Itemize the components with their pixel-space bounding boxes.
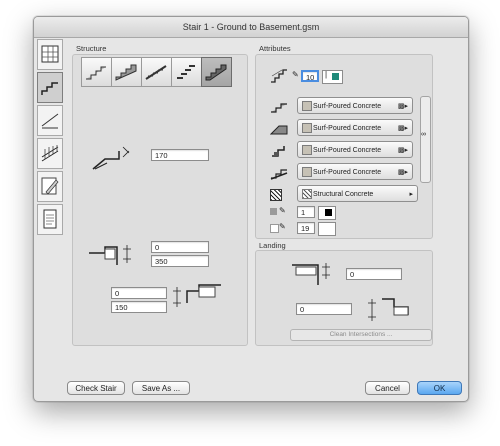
fill-swatch — [302, 189, 312, 199]
material-label-4: Surf-Poured Concrete — [313, 169, 382, 176]
slab-stair-icon — [205, 64, 227, 81]
material-link-bracket[interactable]: ∞ — [420, 96, 431, 183]
stair-type-1-button[interactable] — [81, 57, 112, 87]
stair-pen-icon — [271, 69, 287, 83]
riser-height-field[interactable]: 170 — [151, 149, 209, 161]
material-button-1[interactable]: Surf-Poured Concrete ▩▸ — [297, 97, 413, 114]
attributes-panel: ✎ 10 | Surf-Poured Concrete ▩▸ Surf-Pour… — [255, 54, 433, 239]
pencil-grid-icon — [41, 177, 59, 195]
material-swatch — [302, 101, 312, 111]
structure-panel: 170 0 350 0 150 — [72, 54, 248, 346]
attributes-title: Attributes — [259, 44, 291, 53]
material-label-2: Surf-Poured Concrete — [313, 125, 382, 132]
base-section-icon — [173, 284, 221, 307]
pen-color-swatch — [332, 73, 339, 80]
open-stair-icon — [177, 65, 195, 79]
cancel-button[interactable]: Cancel — [365, 381, 410, 395]
tab-document[interactable] — [37, 204, 63, 235]
landing-top-field[interactable]: 0 — [151, 241, 209, 253]
cut-fill-pen-icon — [270, 208, 277, 215]
landing-depth-field[interactable]: 350 — [151, 255, 209, 267]
landing-panel: 0 0 Clean Intersections ... — [255, 250, 433, 346]
background-pen-icon — [270, 224, 279, 233]
document-icon — [43, 209, 57, 229]
cut-pen-color-picker[interactable] — [318, 206, 336, 220]
landing-base-icon — [368, 298, 409, 321]
tread-surface-icon — [271, 103, 287, 113]
material-picker-icon: ▩▸ — [397, 147, 408, 154]
structure-title: Structure — [76, 44, 107, 53]
fill-pattern-icon — [270, 189, 282, 201]
ok-button[interactable]: OK — [417, 381, 462, 395]
stair-profile-icon — [41, 82, 58, 95]
stair-type-4-button[interactable] — [171, 57, 202, 87]
landing-section-icon — [89, 245, 131, 265]
base-offset-field[interactable]: 0 — [111, 287, 167, 299]
left-tab-bar — [37, 39, 63, 237]
base-height-field[interactable]: 150 — [111, 301, 167, 313]
material-button-3[interactable]: Surf-Poured Concrete ▩▸ — [297, 141, 413, 158]
riser-surface-icon — [272, 146, 285, 157]
background-pen-field[interactable]: 19 — [297, 222, 315, 234]
railing-icon — [41, 145, 59, 162]
tab-railing[interactable] — [37, 138, 63, 169]
background-pen-color-picker[interactable] — [318, 222, 336, 236]
pen-icon: ✎ — [292, 70, 299, 79]
riser-height-diagram-icon — [92, 146, 130, 170]
material-picker-icon: ▩▸ — [397, 169, 408, 176]
material-swatch — [302, 123, 312, 133]
pen-icon: ✎ — [279, 206, 286, 215]
pen-number-field[interactable]: 10 — [301, 70, 319, 82]
landing-profile-icon — [292, 263, 330, 285]
stair-type-selector — [81, 57, 232, 87]
fill-type-button[interactable]: Structural Concrete ▸ — [297, 185, 418, 202]
stringer-surface-icon — [270, 125, 288, 135]
cut-pen-color-swatch — [325, 209, 332, 216]
material-swatch — [302, 167, 312, 177]
stair-type-2-button[interactable] — [111, 57, 142, 87]
fill-type-label: Structural Concrete — [313, 191, 374, 198]
clean-intersections-button[interactable]: Clean Intersections ... — [290, 329, 432, 341]
stair-line-icon — [41, 113, 59, 129]
stair-type-5-button[interactable] — [201, 57, 232, 87]
tab-edit[interactable] — [37, 171, 63, 202]
pen-divider-icon: | — [325, 70, 328, 79]
pen-icon: ✎ — [279, 222, 286, 231]
straight-stair-icon — [86, 66, 106, 80]
material-picker-icon: ▩▸ — [397, 125, 408, 132]
tab-structure[interactable] — [37, 72, 63, 103]
chain-link-icon: ∞ — [421, 131, 426, 138]
landing-title: Landing — [259, 241, 286, 250]
underside-surface-icon — [270, 169, 288, 180]
solid-stair-icon — [115, 64, 137, 81]
check-stair-button[interactable]: Check Stair — [67, 381, 125, 395]
material-picker-icon: ▩▸ — [397, 103, 408, 110]
stair-type-3-button[interactable] — [141, 57, 172, 87]
material-button-4[interactable]: Surf-Poured Concrete ▩▸ — [297, 163, 413, 180]
tab-general[interactable] — [37, 39, 63, 70]
material-label-3: Surf-Poured Concrete — [313, 147, 382, 154]
cut-pen-field[interactable]: 1 — [297, 206, 315, 218]
stringer-stair-icon — [145, 65, 167, 80]
grid-icon — [41, 45, 59, 63]
material-swatch — [302, 145, 312, 155]
material-button-2[interactable]: Surf-Poured Concrete ▩▸ — [297, 119, 413, 136]
material-label-1: Surf-Poured Concrete — [313, 103, 382, 110]
save-as-button[interactable]: Save As ... — [132, 381, 190, 395]
chevron-right-icon: ▸ — [409, 191, 413, 198]
pen-color-picker[interactable]: | — [322, 70, 343, 84]
dialog-window: Stair 1 - Ground to Basement.gsm Structu… — [33, 16, 469, 402]
window-title: Stair 1 - Ground to Basement.gsm — [34, 17, 468, 38]
landing-offset-a-field[interactable]: 0 — [346, 268, 402, 280]
tab-2d[interactable] — [37, 105, 63, 136]
landing-offset-b-field[interactable]: 0 — [296, 303, 352, 315]
